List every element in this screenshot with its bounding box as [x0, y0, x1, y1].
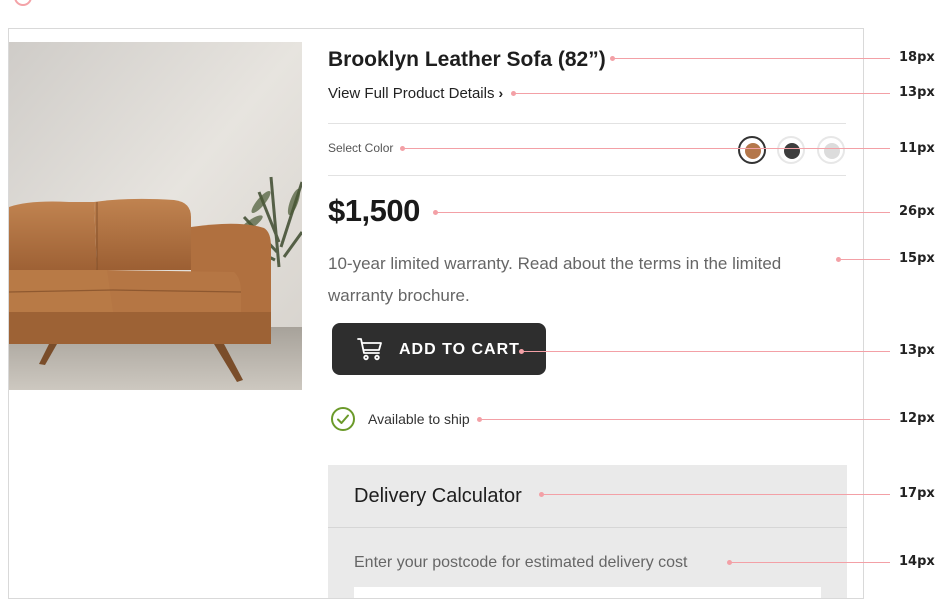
guide-calc-hint [727, 560, 890, 565]
check-circle-icon [331, 407, 355, 431]
product-title: Brooklyn Leather Sofa (82”) [328, 48, 606, 71]
size-label-button: 13px [899, 343, 935, 358]
add-to-cart-button[interactable]: ADD TO CART [332, 323, 546, 375]
size-label-availability: 12px [899, 411, 935, 426]
guide-price [433, 210, 890, 215]
product-card: Brooklyn Leather Sofa (82”) View Full Pr… [8, 28, 864, 599]
view-details-link[interactable]: View Full Product Details › [328, 85, 503, 102]
add-to-cart-label: ADD TO CART [399, 341, 520, 358]
color-swatch-tan[interactable] [738, 136, 766, 164]
sofa-illustration [9, 42, 302, 390]
corner-marker [14, 0, 32, 6]
postcode-hint: Enter your postcode for estimated delive… [354, 554, 688, 571]
divider-top [328, 123, 846, 124]
size-label-select-color: 11px [899, 141, 935, 156]
chevron-right-icon: › [498, 85, 504, 101]
delivery-calculator: Delivery Calculator Enter your postcode … [328, 465, 847, 598]
view-details-label: View Full Product Details [328, 85, 495, 102]
postcode-input[interactable] [354, 587, 821, 598]
color-swatch-dot [784, 143, 800, 159]
cart-icon [357, 338, 382, 361]
guide-warranty [836, 257, 890, 262]
guide-title [610, 56, 890, 61]
delivery-calculator-title: Delivery Calculator [354, 485, 522, 507]
size-label-calc-hint: 14px [899, 554, 935, 569]
guide-select-color [400, 146, 890, 151]
guide-calc-title [539, 492, 890, 497]
guide-availability [477, 417, 890, 422]
color-swatch-dot [745, 143, 761, 159]
warranty-text: 10-year limited warranty. Read about the… [328, 254, 782, 305]
size-label-warranty: 15px [899, 251, 935, 266]
calc-divider [328, 527, 847, 528]
guide-button [519, 349, 890, 354]
divider-colors [328, 175, 846, 176]
size-label-price: 26px [899, 204, 935, 219]
select-color-label: Select Color [328, 141, 394, 155]
guide-link [511, 91, 890, 96]
size-label-link: 13px [899, 85, 935, 100]
size-label-title: 18px [899, 50, 935, 65]
availability-label: Available to ship [368, 411, 470, 427]
product-image [9, 42, 302, 390]
color-swatch-charcoal[interactable] [777, 136, 805, 164]
size-label-calc-title: 17px [899, 486, 935, 501]
product-price: $1,500 [328, 193, 420, 228]
color-swatch-light-grey[interactable] [817, 136, 845, 164]
color-swatch-dot [824, 143, 840, 159]
